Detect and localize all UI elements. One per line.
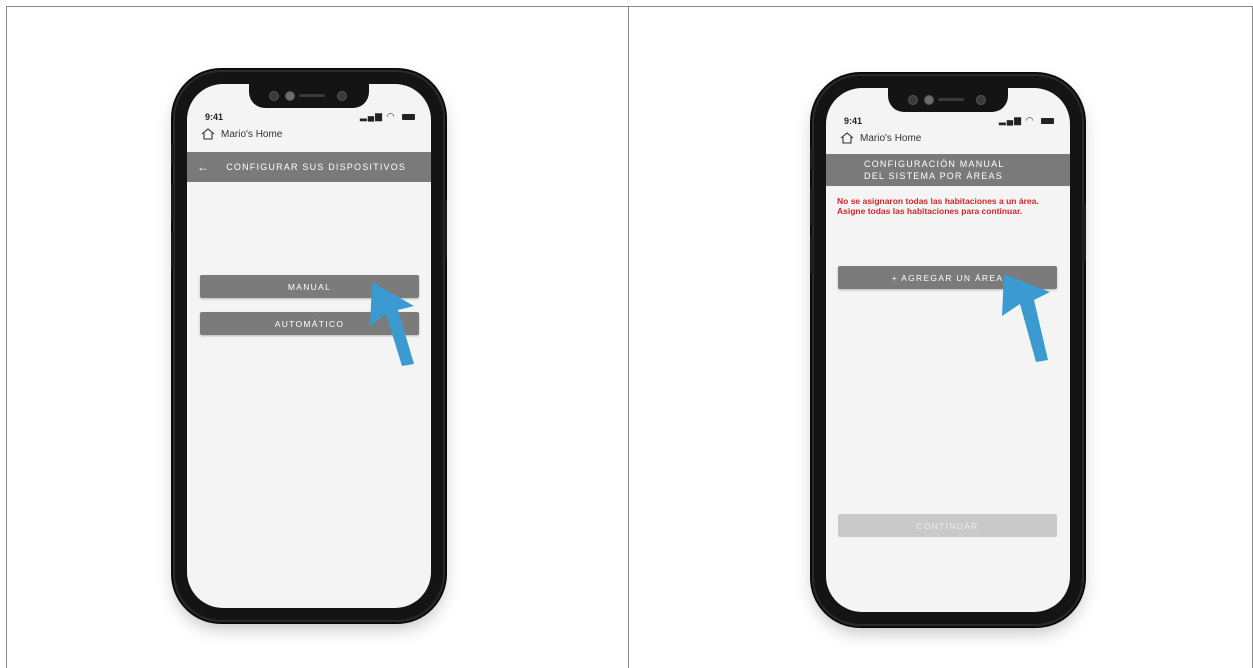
page-title: CONFIGURAR SUS DISPOSITIVOS	[226, 162, 407, 172]
left-phone-side-button	[171, 232, 174, 270]
status-time: 9:41	[844, 116, 863, 126]
continue-button[interactable]: CONTINUAR	[838, 514, 1057, 537]
signal-icon: ▂▄▆	[998, 115, 1023, 125]
front-camera	[908, 95, 918, 105]
page-title-line2: DEL SISTEMA POR ÁREAS	[864, 171, 1003, 181]
status-time: 9:41	[205, 112, 224, 122]
right-phone-side-button	[810, 148, 813, 170]
speaker	[938, 98, 964, 101]
status-icons: ▂▄▆ ◠	[360, 111, 415, 122]
back-arrow-icon[interactable]: ←	[197, 160, 210, 174]
error-message: No se asignaron todas las habitaciones a…	[837, 196, 1039, 216]
header-bar: ← CONFIGURAR SUS DISPOSITIVOS	[187, 152, 431, 182]
front-camera	[924, 95, 934, 105]
battery-icon	[1041, 117, 1054, 124]
left-phone-side-button	[171, 184, 174, 222]
home-label: Mario's Home	[221, 128, 283, 140]
notch	[249, 84, 369, 108]
notch	[888, 88, 1008, 112]
speaker	[299, 94, 325, 97]
front-camera	[285, 91, 295, 101]
home-icon	[840, 132, 854, 144]
frame-top-border	[6, 6, 1253, 7]
status-icons: ▂▄▆ ◠	[999, 115, 1054, 126]
left-phone-power-button	[444, 200, 447, 258]
home-icon	[201, 128, 215, 140]
home-label: Mario's Home	[860, 132, 922, 144]
signal-icon: ▂▄▆	[359, 111, 384, 121]
header-bar: CONFIGURACIÓN MANUAL DEL SISTEMA POR ÁRE…	[826, 154, 1070, 186]
front-camera	[269, 91, 279, 101]
right-phone-side-button	[810, 188, 813, 226]
cursor-arrow-icon	[1002, 274, 1050, 362]
left-phone-side-button	[171, 144, 174, 166]
front-camera	[976, 95, 986, 105]
right-phone-side-button	[810, 236, 813, 274]
battery-icon	[402, 113, 415, 120]
cursor-arrow-icon	[370, 282, 414, 366]
home-row[interactable]: Mario's Home	[201, 128, 282, 140]
frame-left-border	[6, 6, 7, 668]
wifi-icon: ◠	[386, 111, 396, 121]
page-title-line1: CONFIGURACIÓN MANUAL	[864, 159, 1005, 169]
home-row[interactable]: Mario's Home	[840, 132, 921, 144]
frame-divider	[628, 6, 629, 668]
wifi-icon: ◠	[1025, 115, 1035, 125]
right-phone-power-button	[1083, 204, 1086, 262]
front-camera	[337, 91, 347, 101]
